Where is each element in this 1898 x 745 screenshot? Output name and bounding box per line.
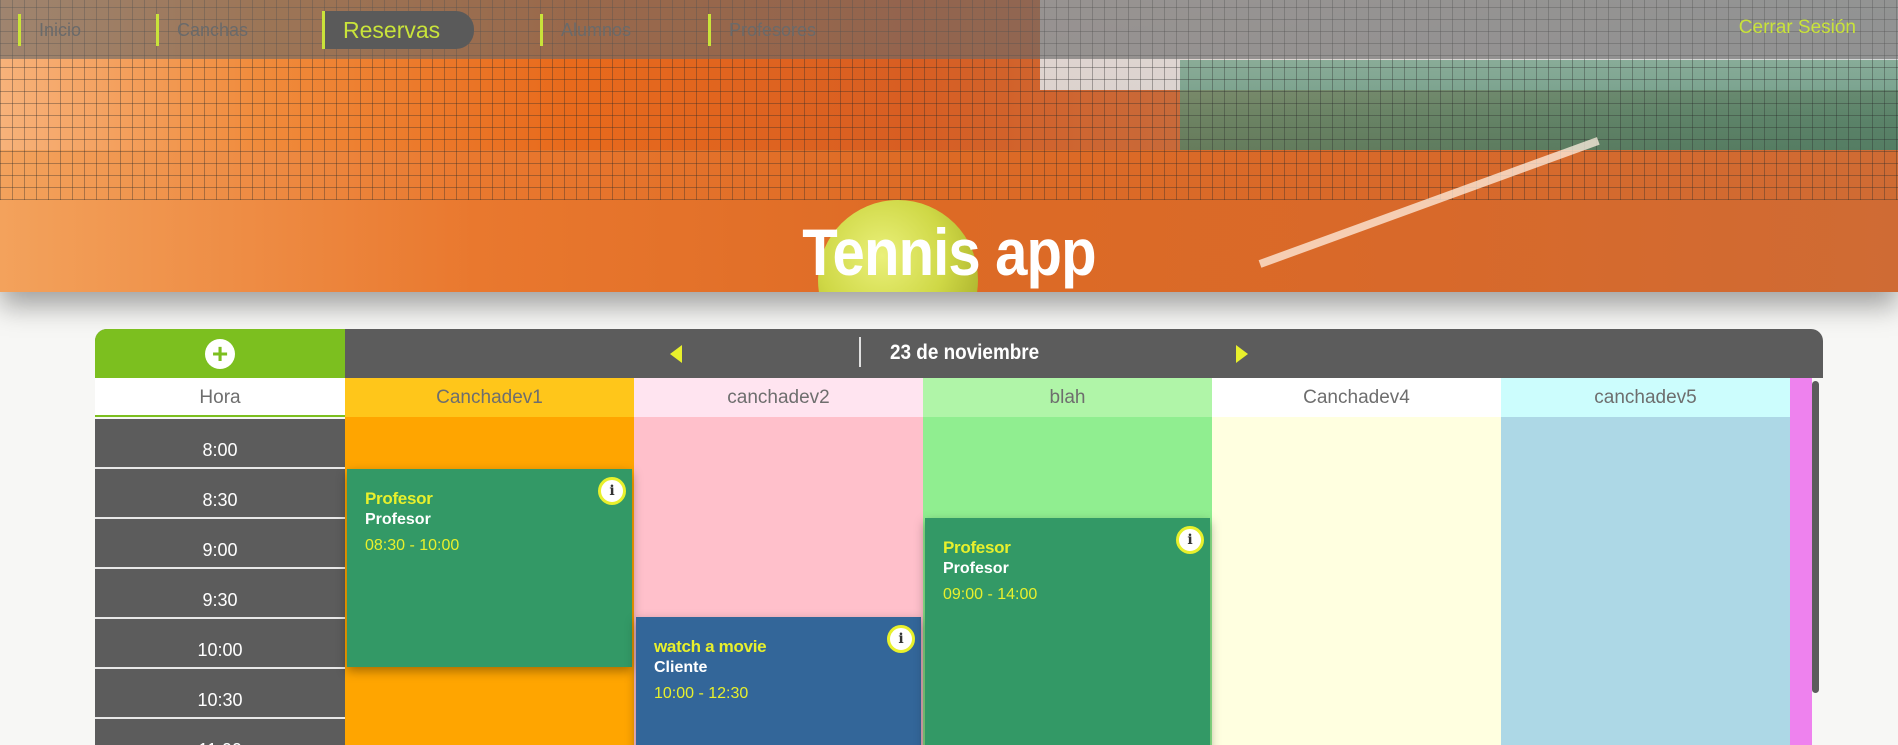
court-column[interactable]: [1212, 417, 1501, 745]
add-reservation-cell: +: [95, 329, 345, 378]
court-column[interactable]: [1501, 417, 1790, 745]
app-title: Tennis app: [802, 215, 1096, 289]
info-icon[interactable]: i: [1176, 526, 1204, 554]
time-slot: 11:00: [95, 719, 345, 745]
column-header-court: Canchadev1: [345, 378, 634, 417]
calendar-scrollbar[interactable]: [1812, 381, 1819, 693]
logout-link[interactable]: Cerrar Sesión: [1739, 17, 1856, 39]
event-time: 10:00 - 12:30: [654, 685, 749, 702]
nav-item-canchas[interactable]: Canchas: [156, 14, 248, 46]
calendar-header: + 23 de noviembre: [95, 329, 1823, 378]
nav-item-inicio[interactable]: Inicio: [18, 14, 81, 46]
nav-item-alumnos[interactable]: Alumnos: [540, 14, 631, 46]
reservations-calendar: + 23 de noviembre Hora 8:00 8:30 9:00 9:…: [95, 329, 1823, 745]
column-header-hora: Hora: [95, 378, 345, 417]
info-icon[interactable]: i: [598, 477, 626, 505]
add-reservation-button[interactable]: +: [205, 339, 235, 369]
current-date-label: 23 de noviembre: [890, 341, 1040, 364]
event-subtitle: Profesor: [365, 511, 431, 528]
prev-day-arrow-icon[interactable]: [670, 345, 682, 363]
event-subtitle: Profesor: [943, 560, 1009, 577]
column-header-court: canchadev5: [1501, 378, 1790, 417]
time-slot: 8:00: [95, 419, 345, 469]
header-banner: Inicio Canchas Reservas Alumnos Profesor…: [0, 0, 1898, 292]
event-title: Profesor: [365, 489, 433, 508]
time-slot: 9:00: [95, 519, 345, 569]
event-subtitle: Cliente: [654, 659, 708, 676]
header-divider: [859, 337, 861, 367]
reservation-event[interactable]: watch a movie Cliente 10:00 - 12:30 i: [636, 617, 921, 745]
reservation-event[interactable]: Profesor Profesor 09:00 - 14:00 i: [925, 518, 1210, 745]
time-slot: 9:30: [95, 569, 345, 619]
reservation-event[interactable]: Profesor Profesor 08:30 - 10:00 i: [347, 469, 632, 667]
event-title: watch a movie: [654, 637, 767, 656]
court-column-extra: [1790, 417, 1812, 745]
column-header-court: canchadev2: [634, 378, 923, 417]
time-slot: 10:00: [95, 619, 345, 669]
time-slot: 10:30: [95, 669, 345, 719]
top-navbar: Inicio Canchas Reservas Alumnos Profesor…: [0, 0, 1898, 59]
nav-item-reservas[interactable]: Reservas: [322, 11, 475, 49]
time-slot: 8:30: [95, 469, 345, 519]
column-header-court: Canchadev4: [1212, 378, 1501, 417]
event-title: Profesor: [943, 538, 1011, 557]
column-header-extra: [1790, 378, 1812, 417]
nav-item-profesores[interactable]: Profesores: [708, 14, 816, 46]
next-day-arrow-icon[interactable]: [1236, 345, 1248, 363]
event-time: 08:30 - 10:00: [365, 537, 460, 554]
info-icon[interactable]: i: [887, 625, 915, 653]
event-time: 09:00 - 14:00: [943, 586, 1038, 603]
column-header-court: blah: [923, 378, 1212, 417]
